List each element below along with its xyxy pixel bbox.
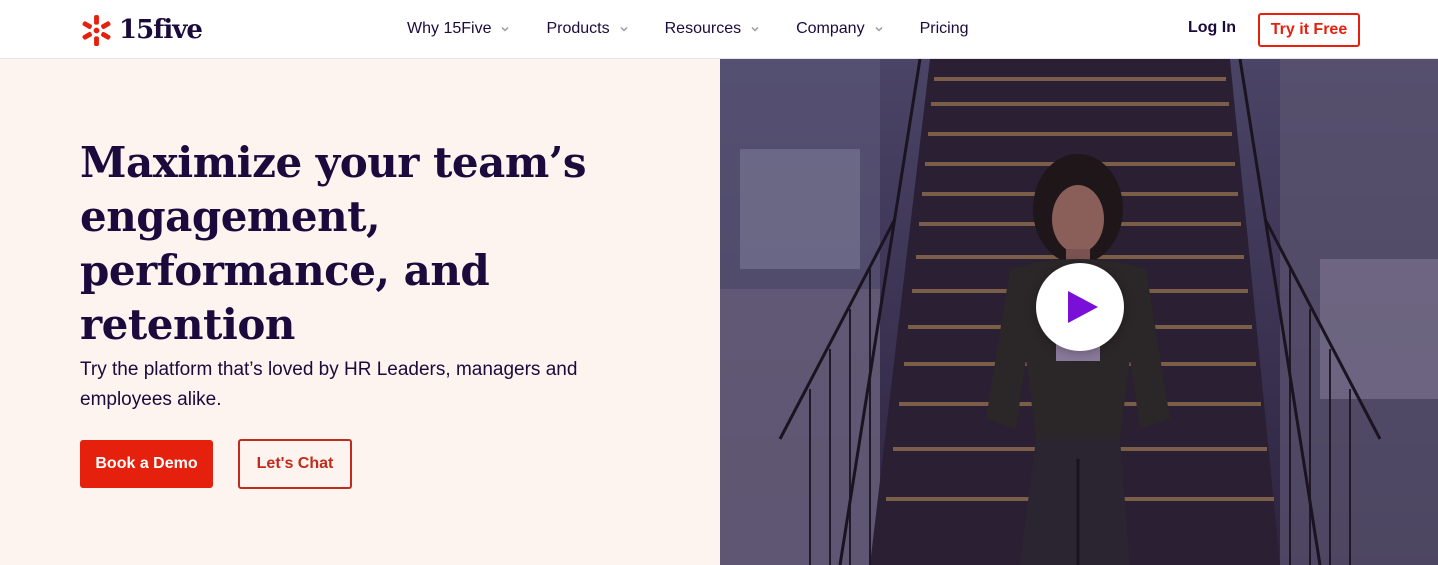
logo-text: 15five [119, 15, 203, 45]
login-link[interactable]: Log In [1188, 19, 1236, 37]
nav-item-resources[interactable]: Resources [665, 20, 760, 38]
nav-item-company[interactable]: Company [796, 20, 883, 38]
book-demo-button[interactable]: Book a Demo [80, 440, 213, 488]
nav-item-label: Why 15Five [407, 20, 492, 37]
hero-headline: Maximize your team’s engagement, perform… [80, 138, 587, 349]
chevron-down-icon [751, 26, 759, 32]
chevron-down-icon [501, 26, 509, 32]
nav-item-products[interactable]: Products [546, 20, 628, 38]
logo[interactable]: 15five [80, 13, 203, 47]
hero-subtext: Try the platform that’s loved by HR Lead… [80, 359, 578, 410]
nav-item-label: Resources [664, 20, 742, 37]
chevron-down-icon [875, 26, 883, 32]
logo-mark-icon [82, 14, 111, 46]
nav-item-label: Products [546, 20, 610, 37]
hero-video[interactable] [720, 59, 1438, 565]
hero-section: Maximize your team’s engagement, perform… [0, 59, 720, 565]
try-it-free-button[interactable]: Try it Free [1258, 13, 1360, 47]
play-video-button[interactable] [1036, 263, 1124, 351]
nav-item-label: Company [796, 20, 865, 37]
chevron-down-icon [620, 26, 628, 32]
play-icon [1068, 291, 1098, 323]
nav-item-why-15five[interactable]: Why 15Five [407, 20, 510, 38]
site-header: 15five Why 15Five Products Resources Com… [0, 0, 1438, 59]
nav-item-label: Pricing [919, 20, 969, 37]
nav-item-pricing[interactable]: Pricing [920, 20, 969, 38]
main-nav: Why 15Five Products Resources Company Pr… [407, 0, 968, 58]
lets-chat-button[interactable]: Let's Chat [238, 439, 352, 489]
